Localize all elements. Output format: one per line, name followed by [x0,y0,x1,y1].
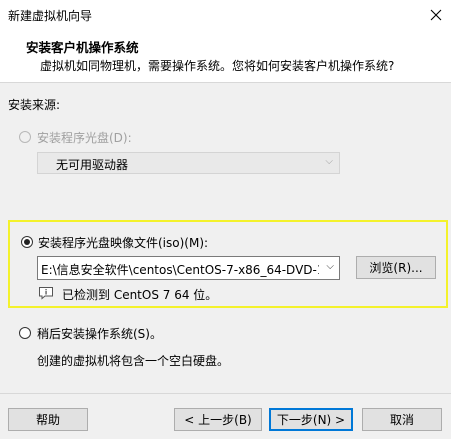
chevron-down-icon: ⌵ [326,261,334,272]
disc-drive-value: 无可用驱动器 [56,158,129,172]
iso-path-select[interactable]: E:\信息安全软件\centos\CentOS-7-x86_64-DVD-190… [37,256,340,280]
chevron-down-icon: ⌵ [325,156,333,167]
os-detected-text: 已检测到 CentOS 7 64 位。 [62,288,218,302]
back-button[interactable]: < 上一步(B) [174,408,262,431]
close-icon [430,9,442,21]
disc-drive-select[interactable]: 无可用驱动器 ⌵ [37,152,340,174]
browse-button[interactable]: 浏览(R)... [356,256,436,279]
iso-path-value: E:\信息安全软件\centos\CentOS-7-x86_64-DVD-190… [41,263,319,277]
next-button[interactable]: 下一步(N) > [269,408,353,431]
wizard-header: 安装客户机操作系统 虚拟机如同物理机，需要操作系统。您将如何安装客户机操作系统? [0,30,451,83]
info-icon [39,287,53,300]
iso-option-label: 安装程序光盘映像文件(iso)(M): [38,236,209,250]
iso-radio[interactable] [21,236,33,248]
later-option-description: 创建的虚拟机将包含一个空白硬盘。 [37,354,230,368]
disc-option-label: 安装程序光盘(D): [37,131,132,145]
help-button[interactable]: 帮助 [8,408,88,431]
install-source-label: 安装来源: [8,98,61,112]
later-option-label: 稍后安装操作系统(S)。 [37,327,162,341]
page-subtitle: 虚拟机如同物理机，需要操作系统。您将如何安装客户机操作系统? [40,59,395,73]
close-button[interactable] [421,0,451,30]
title-bar: 新建虚拟机向导 [0,0,451,30]
cancel-button[interactable]: 取消 [362,408,442,431]
page-title: 安装客户机操作系统 [26,40,139,55]
disc-radio[interactable] [19,131,31,143]
footer-separator [0,393,451,394]
later-radio[interactable] [19,327,31,339]
window-title: 新建虚拟机向导 [8,9,93,23]
